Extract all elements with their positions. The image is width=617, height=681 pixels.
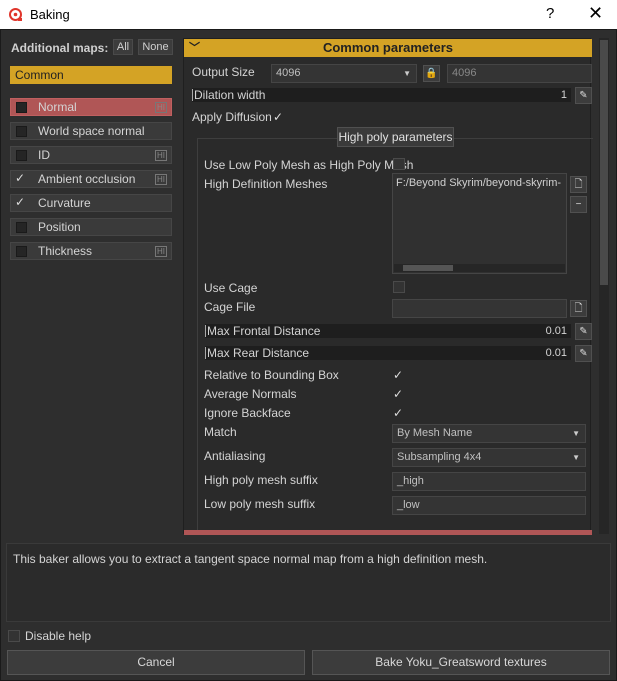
horizontal-scrollbar[interactable] — [394, 264, 565, 272]
map-item-normal[interactable]: Normal HI — [10, 98, 172, 116]
chevron-down-icon: ▼ — [403, 69, 411, 78]
high-suffix-input[interactable]: _high — [392, 472, 586, 491]
use-low-poly-label: Use Low Poly Mesh as High Poly Mesh — [204, 158, 414, 172]
high-poly-parameters-header[interactable]: High poly parameters — [337, 127, 454, 147]
output-size-label: Output Size — [192, 65, 255, 79]
position-checkbox[interactable] — [16, 222, 27, 233]
disable-help-checkbox[interactable] — [8, 630, 20, 642]
file-icon[interactable]: 🗋 — [570, 176, 587, 193]
low-suffix-label: Low poly mesh suffix — [204, 497, 316, 511]
chevron-down-icon: ▼ — [572, 429, 580, 438]
map-item-world-space-normal[interactable]: World space normal — [10, 122, 172, 140]
bake-button[interactable]: Bake Yoku_Greatsword textures — [312, 650, 610, 675]
world-space-normal-checkbox[interactable] — [16, 126, 27, 137]
use-cage-checkbox[interactable] — [393, 281, 405, 293]
hi-badge-icon: HI — [155, 174, 167, 185]
dilation-width-value: 1 — [560, 89, 567, 101]
ambient-occlusion-checkbox[interactable]: ✓ — [15, 170, 25, 186]
apply-diffusion-label: Apply Diffusion — [192, 110, 272, 124]
average-normals-checkbox[interactable]: ✓ — [393, 388, 405, 400]
parameters-panel: ﹀ Common parameters Output Size 4096 ▼ 🔒… — [183, 38, 593, 535]
lock-icon[interactable]: 🔒 — [423, 65, 440, 82]
ignore-backface-checkbox[interactable]: ✓ — [393, 407, 405, 419]
help-button[interactable]: ? — [546, 5, 554, 22]
antialiasing-dropdown[interactable]: Subsampling 4x4 ▼ — [392, 448, 586, 467]
use-cage-label: Use Cage — [204, 281, 258, 295]
thickness-checkbox[interactable] — [16, 246, 27, 257]
max-rear-distance-label: Max Rear Distance — [207, 346, 310, 360]
select-all-button[interactable]: All — [113, 39, 133, 55]
help-panel: This baker allows you to extract a tange… — [6, 543, 611, 622]
hi-badge-icon: HI — [155, 246, 167, 257]
map-item-label: Ambient occlusion — [38, 172, 136, 186]
max-rear-distance-slider[interactable]: Max Rear Distance 0.01 — [204, 345, 572, 361]
hi-badge-icon: HI — [155, 150, 167, 161]
low-suffix-input[interactable]: _low — [392, 496, 586, 515]
map-item-id[interactable]: ID HI — [10, 146, 172, 164]
antialiasing-value: Subsampling 4x4 — [397, 451, 482, 463]
curvature-checkbox[interactable]: ✓ — [15, 194, 25, 210]
file-icon[interactable]: 🗋 — [570, 300, 587, 317]
high-suffix-label: High poly mesh suffix — [204, 473, 318, 487]
close-button[interactable]: ✕ — [588, 3, 603, 24]
max-rear-distance-value: 0.01 — [545, 347, 567, 359]
match-value: By Mesh Name — [397, 427, 473, 439]
cage-file-field[interactable] — [392, 299, 567, 318]
cancel-button[interactable]: Cancel — [7, 650, 305, 675]
section-title: Common parameters — [322, 40, 454, 55]
map-item-ambient-occlusion[interactable]: ✓ Ambient occlusion HI — [10, 170, 172, 188]
output-size-field-2: 4096 — [447, 64, 592, 83]
map-item-position[interactable]: Position — [10, 218, 172, 236]
substance-app-icon — [9, 8, 22, 21]
cage-file-label: Cage File — [204, 300, 256, 314]
max-frontal-distance-label: Max Frontal Distance — [207, 324, 321, 338]
relative-bbox-label: Relative to Bounding Box — [204, 368, 339, 382]
output-size-value: 4096 — [276, 67, 301, 79]
map-item-label: World space normal — [38, 124, 145, 138]
relative-bbox-checkbox[interactable]: ✓ — [393, 369, 405, 381]
max-frontal-distance-slider[interactable]: Max Frontal Distance 0.01 — [204, 323, 572, 339]
dilation-width-label: Dilation width — [194, 88, 266, 102]
output-size-dropdown[interactable]: 4096 ▼ — [271, 64, 417, 83]
chevron-down-icon: ▼ — [572, 453, 580, 462]
antialiasing-label: Antialiasing — [204, 449, 266, 463]
common-parameters-header[interactable]: ﹀ Common parameters — [184, 39, 592, 57]
map-item-label: Curvature — [38, 196, 91, 210]
map-item-label: Thickness — [38, 244, 93, 258]
edit-pencil-icon[interactable]: ✎ — [575, 323, 592, 340]
match-label: Match — [204, 425, 237, 439]
remove-icon[interactable]: − — [570, 196, 587, 213]
map-item-curvature[interactable]: ✓ Curvature — [10, 194, 172, 212]
hi-badge-icon: HI — [155, 102, 167, 113]
dilation-width-slider[interactable]: Dilation width 1 — [191, 87, 572, 103]
high-definition-meshes-list[interactable]: F:/Beyond Skyrim/beyond-skyrim- — [392, 173, 567, 274]
apply-diffusion-checkbox[interactable]: ✓ — [273, 111, 285, 123]
map-item-thickness[interactable]: Thickness HI — [10, 242, 172, 260]
map-item-label: Position — [38, 220, 81, 234]
scrollbar-thumb[interactable] — [600, 40, 608, 285]
id-checkbox[interactable] — [16, 150, 27, 161]
use-low-poly-checkbox[interactable] — [393, 158, 405, 170]
average-normals-label: Average Normals — [204, 387, 297, 401]
additional-maps-label: Additional maps: — [11, 41, 109, 55]
select-none-button[interactable]: None — [138, 39, 173, 55]
map-item-label: ID — [38, 148, 50, 162]
edit-pencil-icon[interactable]: ✎ — [575, 87, 592, 104]
disable-help-label: Disable help — [25, 629, 92, 643]
edit-pencil-icon[interactable]: ✎ — [575, 345, 592, 362]
normal-checkbox[interactable] — [16, 102, 27, 113]
ignore-backface-label: Ignore Backface — [204, 406, 291, 420]
match-dropdown[interactable]: By Mesh Name ▼ — [392, 424, 586, 443]
max-frontal-distance-value: 0.01 — [545, 325, 567, 337]
window-title: Baking — [30, 7, 70, 22]
chevron-down-icon: ﹀ — [189, 42, 200, 54]
high-definition-meshes-label: High Definition Meshes — [204, 177, 328, 191]
common-item[interactable]: Common — [10, 66, 172, 84]
help-text: This baker allows you to extract a tange… — [13, 552, 488, 566]
mesh-path: F:/Beyond Skyrim/beyond-skyrim- — [396, 177, 562, 189]
title-bar: Baking ? ✕ — [0, 0, 617, 29]
next-section-header[interactable] — [184, 530, 592, 535]
vertical-scrollbar[interactable] — [599, 38, 609, 534]
map-item-label: Normal — [38, 100, 77, 114]
